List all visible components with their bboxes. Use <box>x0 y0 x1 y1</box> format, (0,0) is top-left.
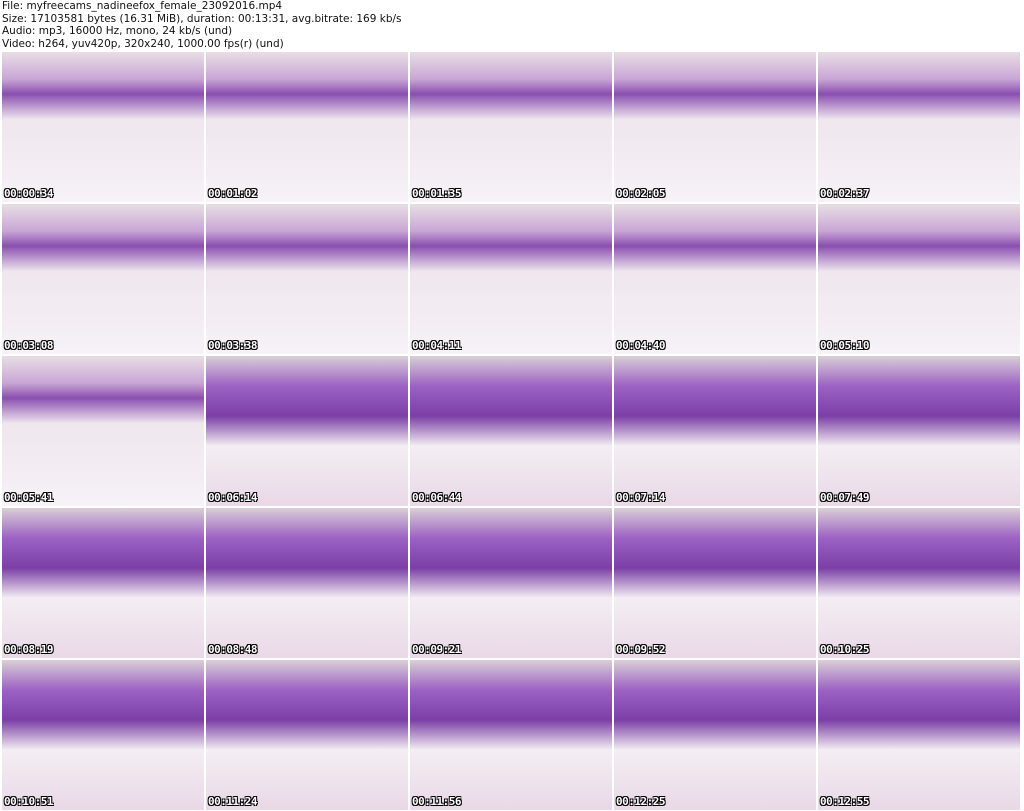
video-thumbnail: 00:07:49 <box>818 356 1020 506</box>
video-thumbnail: 00:11:56 <box>410 660 612 810</box>
thumbnail-timestamp: 00:03:38 <box>208 339 257 352</box>
video-thumbnail: 00:03:38 <box>206 204 408 354</box>
thumbnail-timestamp: 00:12:25 <box>616 795 665 808</box>
video-thumbnail: 00:02:37 <box>818 52 1020 202</box>
video-thumbnail: 00:06:44 <box>410 356 612 506</box>
thumbnail-timestamp: 00:05:41 <box>4 491 53 504</box>
thumbnail-timestamp: 00:06:44 <box>412 491 461 504</box>
thumbnail-timestamp: 00:02:37 <box>820 187 869 200</box>
thumbnail-timestamp: 00:00:34 <box>4 187 53 200</box>
thumbnail-timestamp: 00:11:56 <box>412 795 461 808</box>
thumbnail-grid: 00:00:34 00:01:02 00:01:35 00:02:05 00:02:37… <box>2 52 1020 810</box>
video-thumbnail: 00:08:48 <box>206 508 408 658</box>
video-thumbnail: 00:05:10 <box>818 204 1020 354</box>
file-info-header: File: myfreecams_nadineefox_female_23092… <box>2 0 1002 50</box>
video-thumbnail: 00:10:25 <box>818 508 1020 658</box>
thumbnail-timestamp: 00:11:24 <box>208 795 257 808</box>
video-thumbnail: 00:04:11 <box>410 204 612 354</box>
thumbnail-timestamp: 00:07:49 <box>820 491 869 504</box>
thumbnail-timestamp: 00:08:48 <box>208 643 257 656</box>
thumbnail-timestamp: 00:12:55 <box>820 795 869 808</box>
thumbnail-timestamp: 00:10:25 <box>820 643 869 656</box>
thumbnail-timestamp: 00:09:52 <box>616 643 665 656</box>
audio-info: Audio: mp3, 16000 Hz, mono, 24 kb/s (und… <box>2 25 233 37</box>
video-thumbnail: 00:00:34 <box>2 52 204 202</box>
file-name: File: myfreecams_nadineefox_female_23092… <box>2 0 283 12</box>
file-size: Size: 17103581 bytes (16.31 MiB), durati… <box>2 12 402 25</box>
thumbnail-timestamp: 00:10:51 <box>4 795 53 808</box>
thumbnail-timestamp: 00:09:21 <box>412 643 461 656</box>
thumbnail-timestamp: 00:02:05 <box>616 187 665 200</box>
video-thumbnail: 00:07:14 <box>614 356 816 506</box>
video-thumbnail: 00:11:24 <box>206 660 408 810</box>
thumbnail-timestamp: 00:03:08 <box>4 339 53 352</box>
video-info: Video: h264, yuv420p, 320x240, 1000.00 f… <box>2 37 284 50</box>
thumbnail-timestamp: 00:05:10 <box>820 339 869 352</box>
video-thumbnail: 00:02:05 <box>614 52 816 202</box>
thumbnail-timestamp: 00:08:19 <box>4 643 53 656</box>
video-thumbnail: 00:06:14 <box>206 356 408 506</box>
video-thumbnail: 00:01:02 <box>206 52 408 202</box>
video-thumbnail: 00:03:08 <box>2 204 204 354</box>
video-thumbnail: 00:08:19 <box>2 508 204 658</box>
video-thumbnail: 00:05:41 <box>2 356 204 506</box>
thumbnail-timestamp: 00:04:40 <box>616 339 665 352</box>
thumbnail-timestamp: 00:01:35 <box>412 187 461 200</box>
video-thumbnail: 00:12:55 <box>818 660 1020 810</box>
video-thumbnail: 00:01:35 <box>410 52 612 202</box>
video-thumbnail: 00:10:51 <box>2 660 204 810</box>
video-thumbnail: 00:12:25 <box>614 660 816 810</box>
thumbnail-timestamp: 00:07:14 <box>616 491 665 504</box>
thumbnail-timestamp: 00:06:14 <box>208 491 257 504</box>
video-thumbnail: 00:04:40 <box>614 204 816 354</box>
thumbnail-timestamp: 00:04:11 <box>412 339 461 352</box>
video-thumbnail: 00:09:21 <box>410 508 612 658</box>
thumbnail-timestamp: 00:01:02 <box>208 187 257 200</box>
video-thumbnail: 00:09:52 <box>614 508 816 658</box>
